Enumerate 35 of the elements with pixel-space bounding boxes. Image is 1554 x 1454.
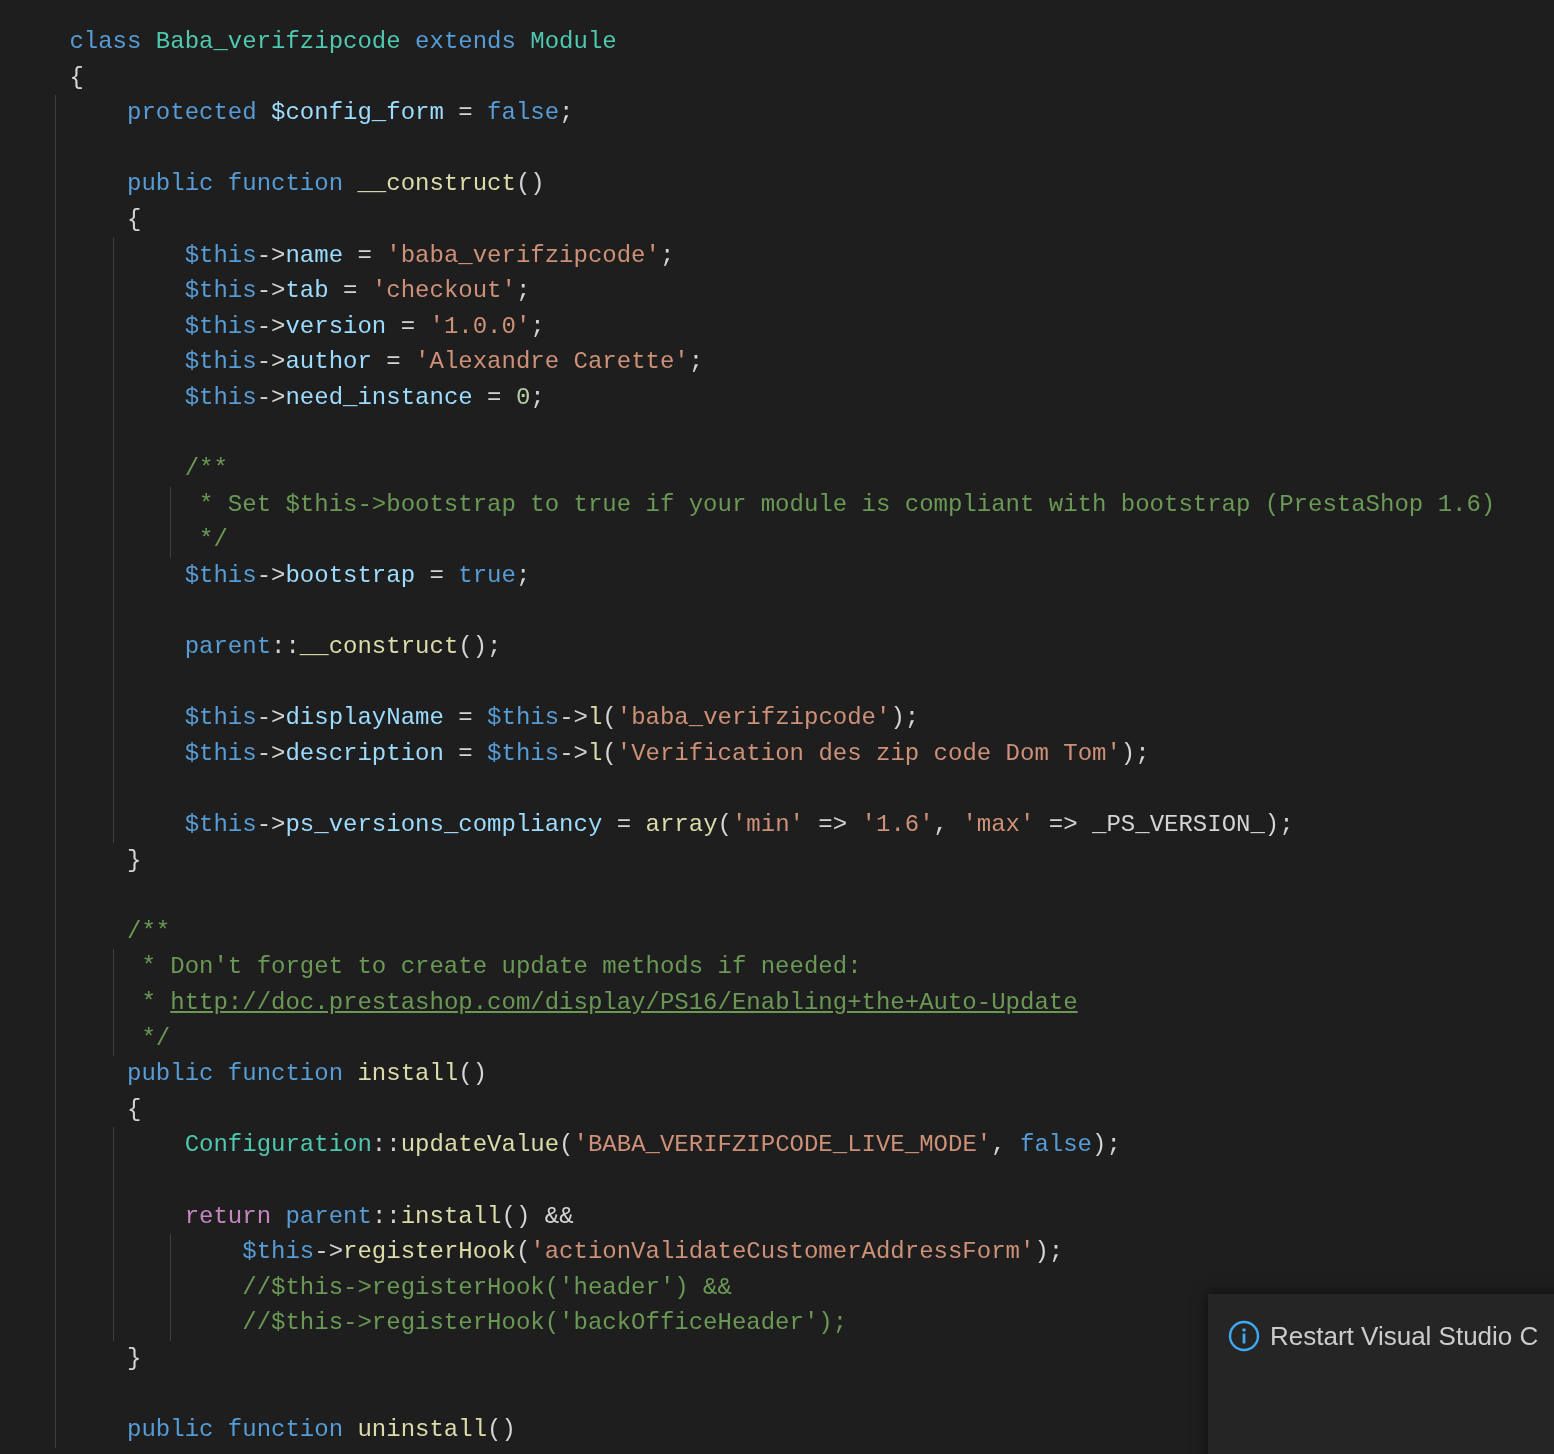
- code-line: $this->tab = 'checkout';: [183, 277, 531, 305]
- code-line: */: [198, 526, 228, 554]
- code-line: //$this->registerHook('header') &&: [241, 1273, 732, 1301]
- code-line: $this->registerHook('actionValidateCustomerAddressForm');: [241, 1238, 1064, 1266]
- code-line: parent::__construct();: [183, 633, 502, 661]
- code-line: */: [140, 1024, 171, 1052]
- code-line: public function install(): [126, 1060, 488, 1088]
- code-line: {: [69, 63, 84, 91]
- code-line: $this->displayName = $this->l('baba_verifzipcode');: [183, 704, 920, 732]
- code-line: Configuration::updateValue('BABA_VERIFZIPCODE_LIVE_MODE', false);: [183, 1131, 1121, 1159]
- code-line: $this->author = 'Alexandre Carette';: [183, 348, 704, 376]
- code-line: public function uninstall(): [126, 1416, 516, 1444]
- code-line: $this->description = $this->l('Verification des zip code Dom Tom');: [183, 739, 1150, 767]
- code-line: //$this->registerHook('backOfficeHeader');: [241, 1309, 848, 1337]
- code-line: public function __construct(): [126, 170, 545, 198]
- code-line: return parent::install() &&: [183, 1202, 574, 1230]
- code-line: /**: [183, 455, 228, 483]
- code-line: class Baba_verifzipcode extends Module: [69, 28, 617, 55]
- code-line: $this->need_instance = 0;: [183, 383, 545, 411]
- code-line: /**: [126, 917, 171, 945]
- code-line: $this->name = 'baba_verifzipcode';: [183, 241, 675, 269]
- code-line: {: [126, 1095, 142, 1123]
- comment-link[interactable]: http://doc.prestashop.com/display/PS16/Enabling+the+Auto-Update: [170, 989, 1078, 1017]
- notification-message: Restart Visual Studio C: [1270, 1320, 1539, 1352]
- code-line: * Set $this->bootstrap to true if your module is compliant with bootstrap (PrestaShop 1.6): [198, 490, 1496, 518]
- info-icon: [1228, 1320, 1260, 1352]
- code-line: }: [126, 846, 142, 874]
- code-line: protected $config_form = false;: [126, 99, 574, 127]
- code-line: $this->version = '1.0.0';: [183, 312, 545, 340]
- code-line: $this->ps_versions_compliancy = array('min' => '1.6', 'max' => _PS_VERSION_);: [183, 811, 1294, 839]
- code-line: * http://doc.prestashop.com/display/PS16/Enabling+the+Auto-Update: [140, 989, 1078, 1017]
- code-line: * Don't forget to create update methods if needed:: [140, 953, 862, 981]
- code-line: {: [126, 205, 142, 233]
- code-line: }: [126, 1344, 142, 1372]
- code-line: $this->bootstrap = true;: [183, 561, 531, 589]
